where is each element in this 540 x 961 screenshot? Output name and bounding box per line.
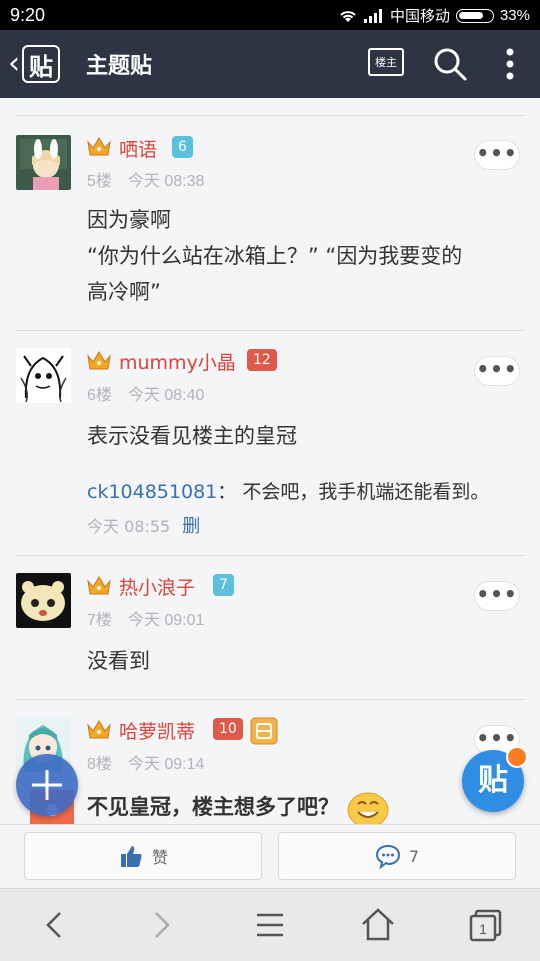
more-options-button[interactable]: ••• (474, 581, 520, 611)
post-content: 不见皇冠，楼主想多了吧？ (87, 788, 517, 824)
level-badge: 6 (172, 136, 193, 158)
like-button[interactable]: 赞 (24, 832, 262, 880)
sub-comment[interactable]: ck104851081： 不会吧，我手机端还能看到。 (87, 477, 489, 504)
content-line: 表示没看见楼主的皇冠 (87, 424, 297, 448)
comment-meta: 今天 08:55 删 (87, 512, 200, 538)
floor-number: 6楼 (87, 387, 112, 404)
comment-text: 不会吧，我手机端还能看到。 (242, 481, 490, 503)
post-content: 没看到 (87, 643, 517, 679)
post-meta: 7楼 今天 09:01 (87, 606, 220, 630)
user-avatar[interactable] (16, 348, 71, 403)
username[interactable]: mummy小晶 (119, 348, 236, 375)
divider (16, 330, 524, 331)
carrier-name: 中国移动 (389, 8, 450, 25)
rocket-badge-icon (506, 746, 528, 768)
comment-count: 7 (408, 846, 420, 866)
wifi-icon (340, 10, 356, 22)
level-badge: 7 (213, 574, 234, 596)
post-time: 今天 08:40 (127, 387, 205, 404)
user-avatar[interactable] (16, 573, 71, 628)
battery-percent: 33% (499, 7, 530, 24)
status-bar: 9:20 中国移动 33% (0, 0, 540, 30)
new-post-label: 贴 (478, 763, 508, 798)
content-line: 不见皇冠，楼主想多了吧？ (87, 795, 339, 819)
battery-icon (455, 8, 494, 23)
post-meta: 6楼 今天 08:40 (87, 381, 220, 405)
add-button[interactable] (16, 754, 78, 816)
comment-button[interactable]: 7 (278, 832, 516, 880)
post-time: 今天 09:14 (127, 756, 205, 773)
content-line: 因为豪啊 (87, 208, 171, 232)
bottom-nav-bar: 1 (0, 888, 540, 961)
back-arrow-icon[interactable] (34, 905, 74, 945)
new-post-button[interactable]: 贴 (462, 746, 528, 812)
status-time: 9:20 (10, 5, 46, 25)
search-icon[interactable] (432, 46, 468, 82)
forward-arrow-icon[interactable] (142, 905, 182, 945)
chevron-left-icon: ‹ (8, 46, 20, 81)
more-options-button[interactable]: ••• (474, 140, 520, 170)
level-badge: 12 (247, 349, 277, 371)
signal-icon (363, 8, 382, 23)
floor-number: 5楼 (87, 173, 112, 190)
action-bar: 赞 7 (0, 824, 540, 889)
post-feed[interactable]: 哂语 6 5楼 今天 08:38 ••• 因为豪啊 “你为什么站在冰箱上？” “因… (0, 98, 540, 824)
floor-number: 8楼 (87, 756, 112, 773)
more-vertical-icon[interactable] (498, 46, 522, 82)
comment-separator: ： (217, 481, 237, 503)
svg-text:1: 1 (479, 921, 487, 937)
home-icon[interactable] (358, 905, 398, 945)
menu-icon[interactable] (250, 905, 290, 945)
crown-icon (87, 720, 111, 739)
comment-icon (375, 844, 400, 869)
crown-icon (87, 351, 111, 370)
content-line: 高冷啊” (87, 280, 161, 304)
post-meta: 5楼 今天 08:38 (87, 167, 220, 191)
more-options-button[interactable]: ••• (474, 356, 520, 386)
content-line: “你为什么站在冰箱上？” “因为我要变的 (87, 244, 463, 268)
comment-time: 今天 08:55 (87, 517, 171, 536)
post-meta: 8楼 今天 09:14 (87, 750, 220, 774)
divider (16, 555, 524, 556)
page-title: 主题贴 (86, 54, 153, 79)
floor-number: 7楼 (87, 612, 112, 629)
content-line: 没看到 (87, 649, 150, 673)
post-content: 表示没看见楼主的皇冠 (87, 418, 517, 454)
post-time: 今天 08:38 (127, 173, 205, 190)
emoji-grin-icon (347, 792, 389, 824)
level-badge: 10 (213, 718, 243, 740)
divider (16, 699, 524, 700)
delete-comment-button[interactable]: 删 (182, 516, 200, 537)
post-time: 今天 09:01 (127, 612, 205, 629)
tabs-icon[interactable]: 1 (466, 905, 506, 945)
tieba-logo: 贴 (22, 45, 60, 83)
user-avatar[interactable] (16, 135, 71, 190)
bean-badge-icon (250, 717, 278, 745)
crown-icon (87, 137, 111, 156)
username[interactable]: 哈萝凯蒂 (119, 717, 195, 744)
post-content: 因为豪啊 “你为什么站在冰箱上？” “因为我要变的 高冷啊” (87, 202, 517, 310)
divider (16, 115, 524, 116)
title-bar: ‹ 贴 主题贴 楼主 (0, 30, 540, 98)
crown-icon (87, 576, 111, 595)
thumbs-up-icon (120, 846, 142, 867)
like-label: 赞 (151, 848, 168, 867)
only-op-button[interactable]: 楼主 (368, 48, 404, 76)
username[interactable]: 热小浪子 (119, 573, 195, 600)
username[interactable]: 哂语 (119, 135, 157, 162)
back-button[interactable]: ‹ 贴 (8, 44, 68, 84)
comment-username[interactable]: ck104851081 (87, 481, 217, 503)
